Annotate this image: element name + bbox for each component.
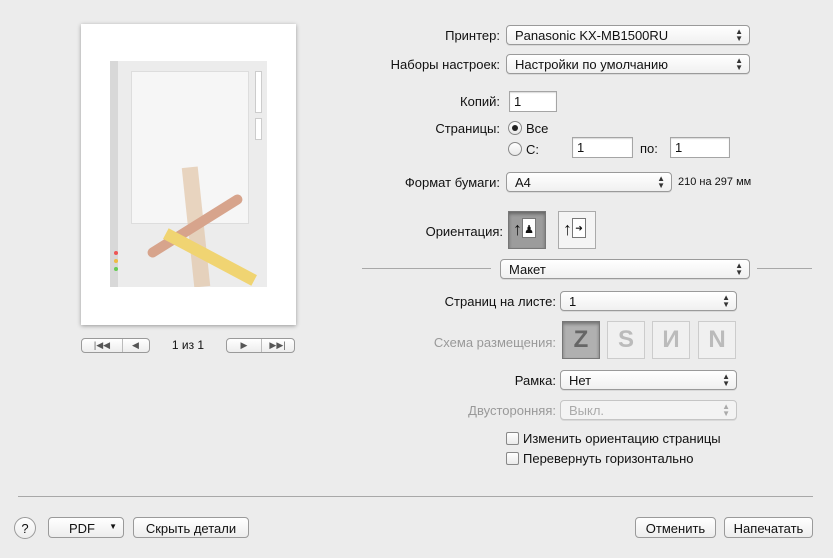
updown-arrows-icon: ▲ ▼ [735,261,743,277]
direction-i-icon: И [662,326,680,353]
border-label: Рамка: [514,373,556,388]
landscape-button[interactable]: ↑ ➜ [558,211,596,249]
printer-value: Panasonic KX-MB1500RU [515,28,669,43]
layout-direction-label: Схема размещения: [433,335,556,350]
pdf-button[interactable]: PDF ▼ [48,517,124,538]
direction-i-button[interactable]: И [652,321,690,359]
separator [757,268,812,269]
copies-input[interactable]: 1 [509,91,557,112]
pages-label: Страницы: [435,121,500,136]
pdf-label: PDF [69,521,95,536]
paper-size-text: 210 на 297 мм [678,176,752,188]
pages-per-sheet-value: 1 [569,294,577,309]
pages-range-radio[interactable] [508,142,522,156]
two-sided-value: Выкл. [569,403,605,418]
print-button[interactable]: Напечатать [724,517,813,538]
border-value: Нет [569,373,592,388]
section-popup[interactable]: Макет ▲ ▼ [500,259,750,279]
updown-arrows-icon: ▲ ▼ [735,27,743,43]
two-sided-popup[interactable]: Выкл. ▲ ▼ [560,400,737,420]
pages-to-label: по: [640,141,658,156]
updown-arrows-icon: ▲ ▼ [722,372,730,388]
presets-value: Настройки по умолчанию [515,57,668,72]
paper-value: A4 [515,175,531,190]
flip-horizontal-label: Перевернуть горизонтально [523,451,694,466]
last-page-icon[interactable]: ▶▶| [262,339,294,352]
pages-to-input[interactable]: 1 [670,137,730,158]
reverse-orientation-checkbox[interactable] [506,432,519,445]
dropdown-arrow-icon: ▼ [109,522,117,531]
copies-label: Копий: [460,94,500,109]
first-page-icon[interactable]: |◀◀ [83,339,123,352]
footer-separator [18,496,813,497]
portrait-icon: ↑ ♟ [513,218,536,240]
updown-arrows-icon: ▲ ▼ [722,293,730,309]
preview-forward-buttons[interactable]: ▶ ▶▶| [226,338,295,353]
next-page-icon[interactable]: ▶ [228,339,262,352]
direction-z-icon: Z [573,326,589,353]
direction-n-button[interactable]: N [698,321,736,359]
direction-z-button[interactable]: Z [562,321,600,359]
page-counter: 1 из 1 [171,338,205,352]
paper-label: Формат бумаги: [404,175,500,190]
presets-label: Наборы настроек: [390,57,500,72]
cancel-button[interactable]: Отменить [635,517,716,538]
section-value: Макет [509,262,546,277]
two-sided-label: Двусторонняя: [468,403,556,418]
updown-arrows-icon: ▲ ▼ [735,56,743,72]
direction-n-icon: N [708,326,726,353]
prev-page-icon[interactable]: ◀ [123,339,149,352]
direction-s-button[interactable]: S [607,321,645,359]
reverse-orientation-label: Изменить ориентацию страницы [523,431,721,446]
pages-all-radio[interactable] [508,121,522,135]
pages-from-input[interactable]: 1 [572,137,633,158]
pages-per-sheet-popup[interactable]: 1 ▲ ▼ [560,291,737,311]
hide-details-button[interactable]: Скрыть детали [133,517,249,538]
preview-image [110,61,267,287]
pages-per-sheet-label: Страниц на листе: [444,294,556,309]
updown-arrows-icon: ▲ ▼ [722,402,730,418]
preview-back-buttons[interactable]: |◀◀ ◀ [81,338,150,353]
flip-horizontal-checkbox[interactable] [506,452,519,465]
orientation-label: Ориентация: [425,224,503,239]
pages-all-label: Все [526,121,549,136]
direction-s-icon: S [617,326,634,353]
portrait-button[interactable]: ↑ ♟ [508,211,546,249]
updown-arrows-icon: ▲ ▼ [657,174,665,190]
help-button[interactable]: ? [14,517,36,539]
page-preview [81,24,296,325]
printer-label: Принтер: [445,28,500,43]
separator [362,268,491,269]
landscape-icon: ↑ ➜ [563,218,586,240]
border-popup[interactable]: Нет ▲ ▼ [560,370,737,390]
presets-popup[interactable]: Настройки по умолчанию ▲ ▼ [506,54,750,74]
printer-popup[interactable]: Panasonic KX-MB1500RU ▲ ▼ [506,25,750,45]
paper-popup[interactable]: A4 ▲ ▼ [506,172,672,192]
pages-range-label: С: [526,142,539,157]
